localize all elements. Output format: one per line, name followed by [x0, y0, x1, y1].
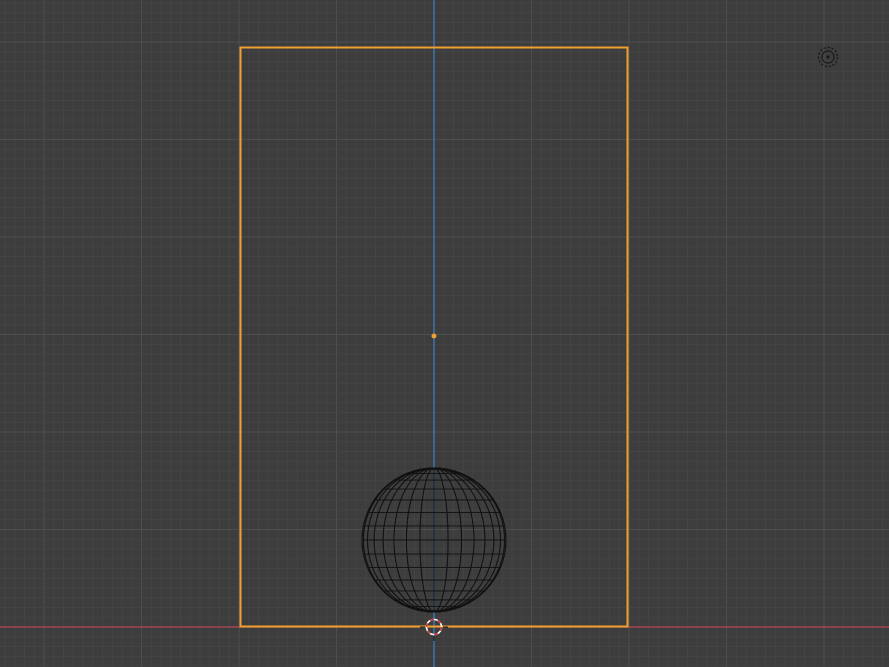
object-origin-icon	[431, 333, 437, 339]
light-center-dot	[826, 55, 830, 59]
uv-sphere-wireframe[interactable]	[361, 467, 507, 613]
3d-viewport[interactable]	[0, 0, 889, 667]
viewport-canvas[interactable]	[0, 0, 889, 667]
